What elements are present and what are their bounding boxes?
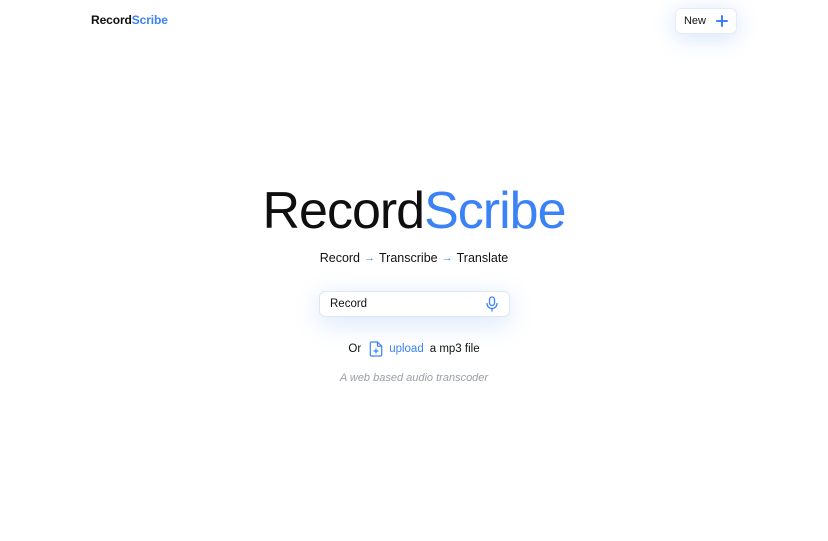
upload-suffix: a mp3 file <box>429 343 480 355</box>
arrow-right-icon: → <box>364 252 376 264</box>
record-button[interactable]: Record <box>319 291 510 317</box>
file-plus-icon[interactable] <box>369 341 383 357</box>
hero: RecordScribe Record → Transcribe → Trans… <box>0 180 828 265</box>
top-bar: RecordScribe New <box>0 0 828 44</box>
tagline-step-translate: Translate <box>456 251 509 265</box>
new-button[interactable]: New <box>675 8 737 34</box>
microphone-icon <box>486 296 498 312</box>
hero-title: RecordScribe <box>0 180 828 242</box>
tagline: Record → Transcribe → Translate <box>0 251 828 265</box>
plus-icon <box>716 15 728 27</box>
hero-title-primary: Record <box>262 182 425 240</box>
tagline-step-record: Record <box>319 251 361 265</box>
record-button-label: Record <box>330 298 368 310</box>
page: RecordScribe New RecordScribe Record → T… <box>0 0 828 541</box>
tagline-step-transcribe: Transcribe <box>379 251 438 265</box>
upload-prefix: Or <box>348 343 362 355</box>
upload-link[interactable]: upload <box>389 343 424 355</box>
app-description: A web based audio transcoder <box>339 372 489 384</box>
brand-accent: Scribe <box>131 13 168 27</box>
brand-logo[interactable]: RecordScribe <box>91 13 168 27</box>
brand-primary: Record <box>91 13 132 27</box>
new-button-label: New <box>683 15 706 27</box>
arrow-right-icon: → <box>441 252 453 264</box>
upload-line: Or upload a mp3 file <box>0 341 828 357</box>
hero-title-accent: Scribe <box>424 182 566 240</box>
